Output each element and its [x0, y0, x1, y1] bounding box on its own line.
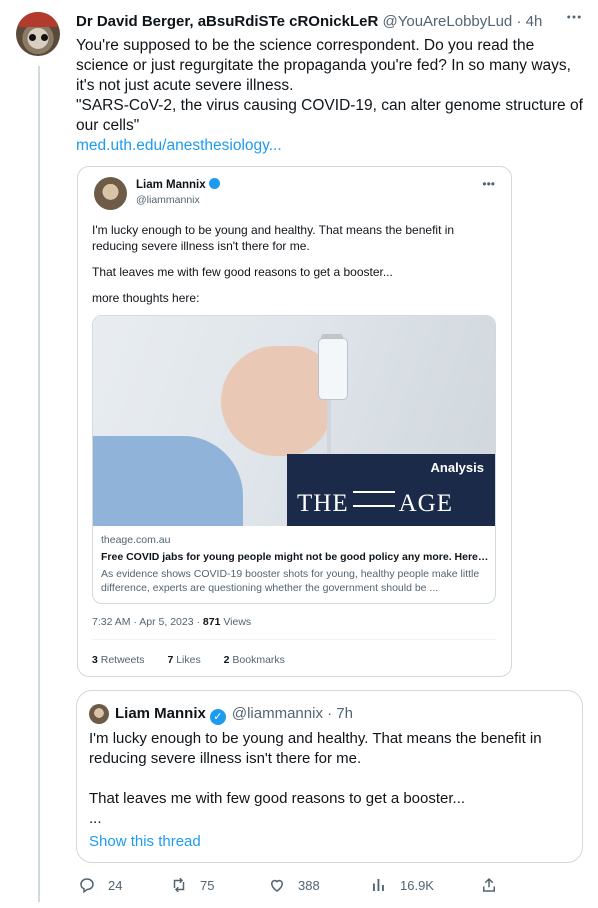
- tweet-text-line-1: You're supposed to be the science corres…: [76, 37, 571, 94]
- thread-line: [38, 66, 40, 902]
- retweet-button[interactable]: 75: [170, 876, 214, 894]
- views-button[interactable]: 16.9K: [370, 876, 434, 894]
- like-count: 388: [298, 877, 320, 893]
- avatar-hat: [18, 12, 58, 27]
- crest-icon: [352, 491, 395, 507]
- vaccine-vial: [318, 338, 348, 400]
- tweet-header: Dr David Berger, aBsuRdiSTe cROnickLeR @…: [76, 13, 586, 30]
- quoted-tweet[interactable]: Liam Mannix ✓ @liammannix · 7h I'm lucky e…: [76, 690, 583, 863]
- screenshot-view-count: 871: [202, 616, 221, 628]
- stat-likes-label: Likes: [173, 654, 201, 666]
- tweet-text-line-2: "SARS-CoV-2, the virus causing COVID-19,…: [76, 97, 583, 134]
- author-handle[interactable]: @YouAreLobbyLud: [383, 13, 513, 30]
- views-count: 16.9K: [400, 877, 434, 893]
- hand: [221, 346, 331, 456]
- action-bar: 24 75 388 16.9K: [76, 872, 586, 902]
- masthead-right: AGE: [398, 490, 453, 517]
- reply-button[interactable]: 24: [78, 876, 122, 894]
- stat-bookmarks: 2 Bookmarks: [224, 654, 295, 666]
- card-description: As evidence shows COVID-19 booster shots…: [101, 568, 480, 594]
- verified-icon: ✓: [209, 709, 226, 725]
- analytics-icon: [373, 879, 384, 891]
- card-domain: theage.com.au: [101, 534, 171, 546]
- screenshot-stats: 3 Retweets 7 Likes 2 Bookmarks: [92, 654, 305, 666]
- publication-badge: Analysis THE AGE: [287, 454, 495, 526]
- like-button[interactable]: 388: [268, 876, 320, 894]
- screenshot-text-line-1: I'm lucky enough to be young and healthy…: [92, 223, 455, 253]
- quote-avatar: [89, 704, 109, 724]
- tweet-link[interactable]: med.uth.edu/anesthesiology...: [76, 137, 282, 154]
- quote-author-handle: @liammannix · 7h: [231, 705, 353, 722]
- screenshot-author-handle: @liammannix: [136, 194, 200, 206]
- screenshot-avatar: [94, 177, 127, 210]
- analysis-label: Analysis: [430, 460, 484, 475]
- stat-bookmarks-count: 2: [223, 654, 230, 666]
- screenshot-text-line-2: That leaves me with few good reasons to …: [92, 265, 393, 279]
- screenshot-timestamp: 7:32 AM · Apr 5, 2023 ·: [92, 616, 203, 628]
- quote-text-ellipsis: ...: [89, 810, 102, 827]
- retweet-icon: [173, 877, 185, 893]
- stat-likes: 7 Likes: [167, 654, 210, 666]
- tweet-time[interactable]: 4h: [526, 13, 543, 30]
- quote-text-line-1: I'm lucky enough to be young and healthy…: [89, 730, 542, 767]
- stat-retweets: 3 Retweets: [92, 654, 155, 666]
- quote-header: Liam Mannix ✓ @liammannix · 7h: [115, 705, 353, 725]
- masthead-left: THE: [297, 490, 349, 517]
- more-options-icon[interactable]: [562, 8, 586, 32]
- show-thread-link[interactable]: Show this thread: [89, 833, 201, 850]
- quote-author-name: Liam Mannix: [115, 705, 206, 722]
- reply-count: 24: [108, 877, 123, 893]
- quote-text-line-2: That leaves me with few good reasons to …: [89, 790, 466, 807]
- screenshot-author-name: Liam Mannix: [136, 178, 220, 191]
- glove: [93, 436, 243, 526]
- tweet-text: You're supposed to be the science corres…: [76, 36, 586, 156]
- heart-icon: [270, 879, 284, 892]
- article-image: Analysis THE AGE: [93, 316, 495, 526]
- stat-bookmarks-label: Bookmarks: [229, 654, 285, 666]
- screenshot-more-icon: •••: [482, 177, 495, 191]
- avatar-eye-left: [29, 34, 36, 41]
- separator: ·: [516, 13, 526, 30]
- screenshot-views-label: Views: [220, 616, 252, 628]
- share-button[interactable]: [480, 876, 510, 894]
- attached-screenshot[interactable]: Liam Mannix @liammannix ••• I'm lucky en…: [77, 166, 512, 677]
- screenshot-author-name-text: Liam Mannix: [136, 179, 206, 191]
- card-title: Free COVID jabs for young people might n…: [101, 551, 489, 563]
- stat-retweets-label: Retweets: [97, 654, 145, 666]
- screenshot-text: I'm lucky enough to be young and healthy…: [92, 222, 492, 316]
- author-name[interactable]: Dr David Berger, aBsuRdiSTe cROnickLeR: [76, 13, 378, 30]
- quote-text: I'm lucky enough to be young and healthy…: [89, 729, 569, 829]
- masthead: THE AGE: [297, 490, 453, 518]
- verified-icon: [208, 178, 220, 189]
- reply-icon: [80, 878, 94, 894]
- link-preview-card: Analysis THE AGE theage.com.au Free COVID…: [92, 315, 496, 604]
- avatar-eye-right: [41, 34, 48, 41]
- stat-retweets-count: 3: [92, 654, 98, 666]
- screenshot-meta: 7:32 AM · Apr 5, 2023 · 871 Views: [92, 616, 251, 628]
- retweet-count: 75: [200, 877, 215, 893]
- divider: [92, 639, 496, 640]
- avatar[interactable]: [16, 12, 60, 56]
- quote-text-blank: [89, 769, 569, 789]
- screenshot-text-line-3: more thoughts here:: [92, 291, 200, 305]
- share-icon: [483, 877, 495, 892]
